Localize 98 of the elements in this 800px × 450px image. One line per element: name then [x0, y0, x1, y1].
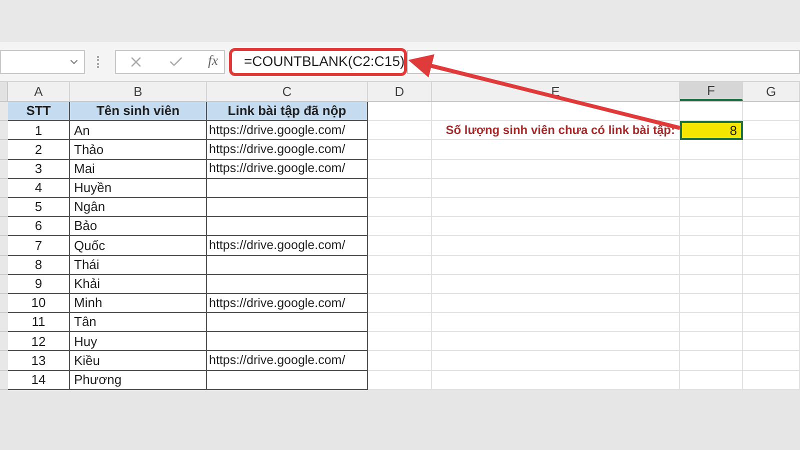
- row-header[interactable]: [0, 198, 8, 218]
- row-header[interactable]: [0, 178, 8, 198]
- table-cell: 3: [8, 160, 70, 179]
- grid-cell: [368, 102, 432, 122]
- table-cell: An: [70, 121, 207, 140]
- table-header: Tên sinh viên: [70, 102, 207, 122]
- table-cell: https://drive.google.com/: [207, 140, 368, 160]
- row-header[interactable]: [0, 236, 8, 256]
- table-cell: 7: [8, 236, 70, 256]
- row-header[interactable]: [0, 274, 8, 294]
- grid-cell: [368, 121, 432, 140]
- result-cell[interactable]: 8: [680, 121, 743, 140]
- grid-cell: [368, 140, 432, 160]
- table-cell: Kiều: [70, 351, 207, 371]
- grid-cell: [368, 274, 432, 294]
- table-cell: Minh: [70, 294, 207, 314]
- table-cell: 2: [8, 140, 70, 160]
- grid-cell: [680, 294, 743, 314]
- row-header[interactable]: [0, 313, 8, 332]
- table-cell: 10: [8, 294, 70, 314]
- grid-cell: [743, 102, 800, 122]
- table-cell: 5: [8, 198, 70, 218]
- row-header[interactable]: [0, 140, 8, 160]
- name-box[interactable]: [0, 50, 85, 74]
- function-button[interactable]: fx: [208, 51, 218, 72]
- grid-cell: [743, 140, 800, 160]
- grid-cell: [368, 198, 432, 218]
- table-cell: 4: [8, 178, 70, 198]
- table-cell: 11: [8, 313, 70, 332]
- grid-cell: [743, 236, 800, 256]
- grid-cell: [743, 121, 800, 140]
- grid-cell: [743, 160, 800, 179]
- grid-cell: [680, 178, 743, 198]
- table-cell: Khải: [70, 274, 207, 294]
- grid-cell: [368, 160, 432, 179]
- row-header[interactable]: [0, 294, 8, 314]
- table-cell: Tân: [70, 313, 207, 332]
- grid-cell: [680, 140, 743, 160]
- table-header: Link bài tập đã nộp: [207, 102, 368, 122]
- table-header: STT: [8, 102, 70, 122]
- table-cell: Bảo: [70, 217, 207, 236]
- grid-cell: [743, 294, 800, 314]
- grid-cell: [368, 217, 432, 236]
- table-cell: https://drive.google.com/: [207, 294, 368, 314]
- grid-cell: [368, 178, 432, 198]
- formula-field[interactable]: =COUNTBLANK(C2:C15): [229, 48, 407, 76]
- grid-cell: [368, 256, 432, 275]
- table-cell: 1: [8, 121, 70, 140]
- row-header[interactable]: [0, 351, 8, 371]
- table-cell: Ngân: [70, 198, 207, 218]
- grid-cell: [743, 256, 800, 275]
- table-cell: 6: [8, 217, 70, 236]
- table-cell: 13: [8, 351, 70, 371]
- grid-cell: [743, 217, 800, 236]
- row-header[interactable]: [0, 370, 8, 390]
- table-cell: Thảo: [70, 140, 207, 160]
- grid-cell: [680, 313, 743, 332]
- row-header[interactable]: [0, 256, 8, 275]
- column-header[interactable]: F: [680, 82, 743, 101]
- table-cell: 8: [8, 256, 70, 275]
- grid-cell: [680, 160, 743, 179]
- grid-cell: [743, 332, 800, 352]
- table-cell: Thái: [70, 256, 207, 275]
- select-all-corner[interactable]: [0, 82, 8, 101]
- grid-cell: [368, 351, 432, 371]
- grid-cell: [680, 236, 743, 256]
- grid-cell: [680, 217, 743, 236]
- grid-cell: [743, 178, 800, 198]
- row-header[interactable]: [0, 332, 8, 352]
- grid-cell: [368, 294, 432, 314]
- grid-cell: [743, 313, 800, 332]
- grid-cell: [368, 313, 432, 332]
- table-cell: https://drive.google.com/: [207, 236, 368, 256]
- result-label: Số lượng sinh viên chưa có link bài tập:: [432, 121, 680, 140]
- grid-cell: [680, 332, 743, 352]
- table-cell: https://drive.google.com/: [207, 121, 368, 140]
- table-cell: https://drive.google.com/: [207, 160, 368, 179]
- grid-cell: [743, 198, 800, 218]
- table-cell: 9: [8, 274, 70, 294]
- grid-cell: [680, 198, 743, 218]
- table-cell: https://drive.google.com/: [207, 351, 368, 371]
- row-header[interactable]: [0, 160, 8, 179]
- grid-cell: [368, 236, 432, 256]
- table-cell: Quốc: [70, 236, 207, 256]
- grid-cell: [680, 351, 743, 371]
- grid-cell: [680, 256, 743, 275]
- row-header[interactable]: [0, 217, 8, 236]
- table-cell: Mai: [70, 160, 207, 179]
- formula-field-extension[interactable]: [407, 50, 800, 74]
- grid-cell: [743, 274, 800, 294]
- row-header[interactable]: [0, 121, 8, 140]
- row-header[interactable]: [0, 102, 8, 122]
- grid-cell: [743, 351, 800, 371]
- table-cell: Huyền: [70, 178, 207, 198]
- table-cell: Huy: [70, 332, 207, 352]
- table-cell: 12: [8, 332, 70, 352]
- grid-cell: [368, 332, 432, 352]
- grid-cell: [680, 274, 743, 294]
